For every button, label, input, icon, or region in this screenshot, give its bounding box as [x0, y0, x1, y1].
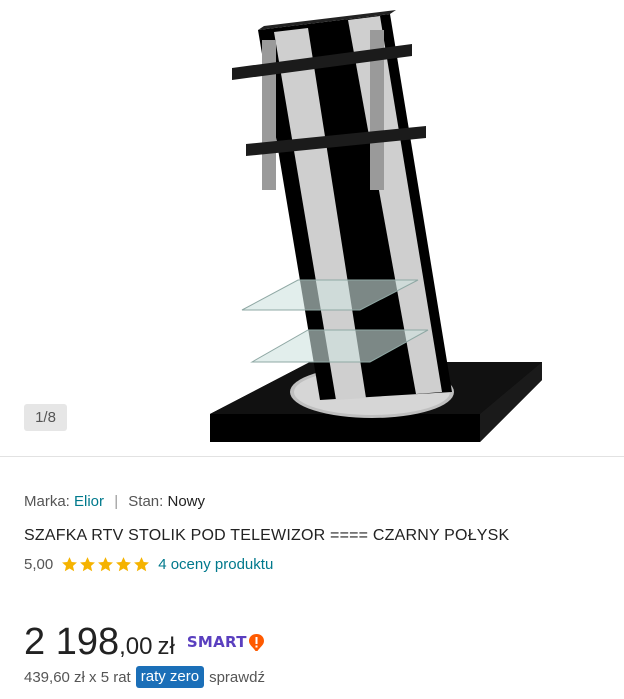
price: 2 198 ,00 zł SMART — [24, 620, 265, 664]
section-divider — [0, 456, 624, 457]
price-integer: 2 198 — [24, 621, 120, 663]
condition-label: Stan: — [128, 493, 164, 510]
condition-value: Nowy — [167, 493, 205, 510]
brand-link[interactable]: Elior — [74, 493, 104, 510]
reviews-link[interactable]: 4 oceny produktu — [158, 556, 273, 573]
smart-badge[interactable]: SMART — [187, 633, 265, 652]
star-icon — [62, 556, 78, 571]
raty-zero-badge[interactable]: raty zero — [135, 666, 205, 688]
product-image[interactable] — [190, 0, 560, 455]
star-icon — [116, 556, 132, 571]
product-meta: Marka: Elior | Stan: Nowy — [24, 492, 205, 512]
product-gallery[interactable]: 1/8 — [0, 0, 624, 455]
star-icon — [80, 556, 96, 571]
rating-stars — [61, 556, 150, 573]
price-currency: zł — [157, 633, 175, 660]
check-link[interactable]: sprawdź — [209, 669, 265, 686]
brand-label: Marka: — [24, 493, 70, 510]
star-icon — [98, 556, 114, 571]
price-decimal: ,00 — [119, 633, 153, 660]
rating-score: 5,00 — [24, 555, 54, 573]
image-counter: 1/8 — [24, 404, 67, 431]
smart-delivery-badge-icon — [248, 633, 264, 651]
installment-row: 439,60 zł x 5 rat raty zero sprawdź — [24, 665, 265, 689]
product-title: SZAFKA RTV STOLIK POD TELEWIZOR ==== CZA… — [24, 527, 510, 544]
installment-text: 439,60 zł x 5 rat — [24, 668, 131, 686]
smart-label: SMART — [186, 633, 247, 651]
rating-row: 5,00 4 oceny produktu — [24, 553, 273, 575]
meta-separator: | — [114, 493, 119, 510]
star-icon — [134, 556, 150, 571]
